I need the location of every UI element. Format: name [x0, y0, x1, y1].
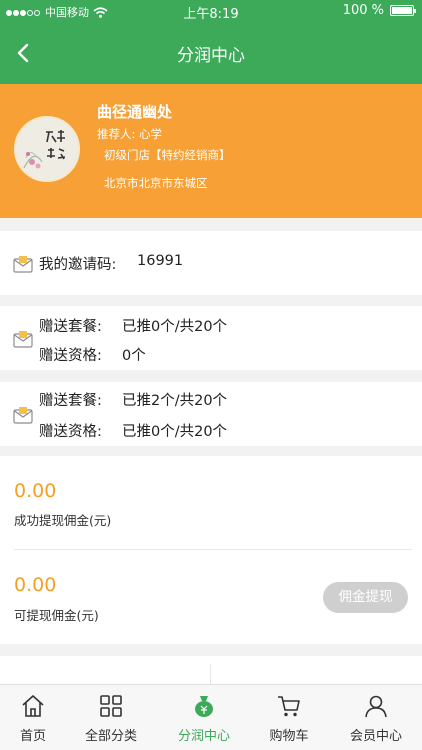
more-section — [0, 656, 422, 684]
battery-icon — [390, 5, 416, 16]
divider — [14, 549, 412, 550]
mail-icon — [13, 256, 33, 273]
cart-icon — [278, 696, 300, 717]
available-label: 可提现佣金(元) — [14, 608, 99, 623]
member-level: 初级门店【特约经销商】 — [104, 148, 231, 162]
available-amount: 0.00 — [14, 574, 57, 596]
tab-label: 首页 — [19, 729, 46, 744]
gift-qualify-value: 已推0个/共20个 — [122, 424, 228, 440]
profile-header: 曲径通幽处 推荐人: 心学 初级门店【特约经销商】 北京市北京市东城区 — [0, 84, 422, 218]
nav-bar: 分润中心 — [0, 22, 422, 84]
referrer-text: 推荐人: 心学 — [97, 127, 163, 141]
withdrawn-amount: 0.00 — [14, 480, 57, 502]
address-text: 北京市北京市东城区 — [104, 176, 208, 190]
tab-label: 分润中心 — [177, 729, 230, 744]
tab-bar: 首页 全部分类 分润中心 购物车 会员中心 — [0, 684, 422, 750]
invite-code-label: 我的邀请码: — [39, 257, 117, 273]
user-icon — [365, 695, 387, 718]
avatar-image — [16, 118, 78, 180]
withdraw-button[interactable]: 佣金提现 — [323, 582, 408, 613]
tab-member-center[interactable]: 会员中心 — [334, 685, 418, 750]
tab-profit-center[interactable]: 分润中心 — [162, 685, 246, 750]
tab-home[interactable]: 首页 — [0, 685, 75, 750]
mail-icon — [13, 331, 33, 348]
gift-package-value: 已推2个/共20个 — [122, 393, 228, 409]
gift-card-2: 赠送套餐: 已推2个/共20个 赠送资格: 已推0个/共20个 — [0, 382, 422, 446]
tab-categories[interactable]: 全部分类 — [69, 685, 153, 750]
page-title: 分润中心 — [177, 46, 245, 66]
withdrawn-label: 成功提现佣金(元) — [14, 513, 112, 528]
battery-percent: 100 % — [342, 3, 384, 18]
status-bar: 中国移动 上午8:19 100 % — [0, 0, 422, 22]
gift-qualify-label: 赠送资格: — [39, 348, 102, 364]
gift-qualify-label: 赠送资格: — [39, 424, 102, 440]
grid-icon — [100, 695, 122, 717]
home-icon — [22, 695, 44, 717]
tab-label: 购物车 — [269, 729, 309, 744]
user-name: 曲径通幽处 — [97, 103, 173, 121]
gift-package-label: 赠送套餐: — [39, 393, 102, 409]
mail-icon — [13, 407, 33, 424]
invite-code-value: 16991 — [137, 253, 184, 269]
invite-code-card: 我的邀请码: 16991 — [0, 231, 422, 295]
tab-label: 全部分类 — [84, 729, 137, 744]
tab-label: 会员中心 — [349, 729, 402, 744]
gift-card-1: 赠送套餐: 已推0个/共20个 赠送资格: 0个 — [0, 306, 422, 370]
gift-package-value: 已推0个/共20个 — [122, 319, 228, 335]
money-bag-icon — [195, 696, 213, 717]
gift-qualify-value: 0个 — [122, 348, 146, 364]
tab-cart[interactable]: 购物车 — [247, 685, 331, 750]
column-divider — [210, 664, 211, 684]
gift-package-label: 赠送套餐: — [39, 319, 102, 335]
avatar[interactable] — [14, 116, 80, 182]
